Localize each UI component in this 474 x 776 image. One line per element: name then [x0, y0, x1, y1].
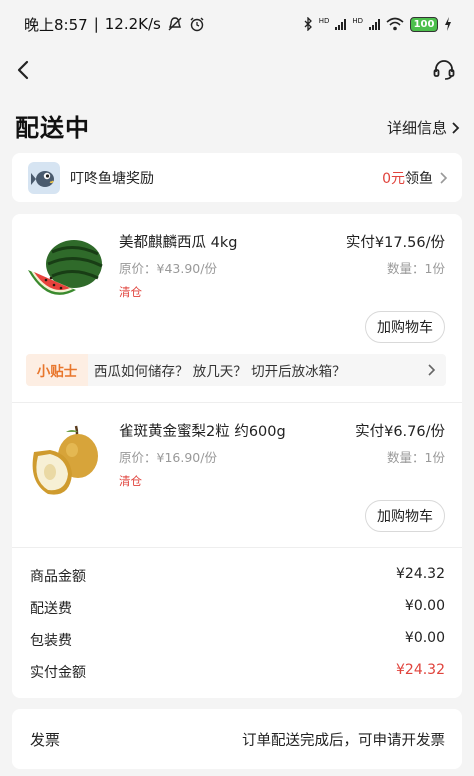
goods-amount-label: 商品金额 [30, 569, 86, 585]
packing-fee-value: ¥0.00 [404, 630, 445, 646]
product-paid-price: 实付¥6.76/份 [355, 424, 445, 440]
divider [12, 547, 462, 548]
product-original-price: 原价：¥43.90/份 [119, 261, 217, 276]
network-label-2: HD [352, 16, 363, 25]
delivery-fee-label: 配送费 [30, 601, 72, 617]
product-name[interactable]: 美都麒麟西瓜 4kg [119, 231, 237, 252]
product-name[interactable]: 雀斑黄金蜜梨2粒 约600g [119, 420, 286, 441]
reward-action: 领鱼 [405, 170, 433, 187]
mute-icon [168, 17, 182, 31]
storage-tip-bar[interactable]: 小贴士 西瓜如何储存？ 放几天？ 切开后放冰箱？ [26, 354, 446, 386]
bluetooth-icon [304, 17, 312, 31]
tip-text: 西瓜如何储存？ 放几天？ 切开后放冰箱？ [94, 364, 346, 380]
goods-amount-row: 商品金额 ¥24.32 [30, 566, 445, 586]
signal-2-icon [369, 18, 380, 30]
paid-amount-value: ¥24.32 [396, 662, 445, 678]
product-quantity: 数量：1份 [387, 261, 445, 276]
detail-info-label: 详细信息 [386, 119, 447, 137]
add-to-cart-button[interactable]: 加购物车 [365, 500, 445, 532]
reward-amount: 0元 [382, 170, 405, 187]
packing-fee-label: 包装费 [30, 633, 72, 649]
back-icon[interactable] [14, 58, 34, 82]
product-paid-price: 实付¥17.56/份 [345, 235, 445, 251]
pear-image[interactable] [26, 422, 106, 502]
paid-amount-label: 实付金额 [30, 665, 86, 681]
charging-icon [445, 17, 451, 31]
status-bar: 晚上8:57 | 12.2K/s HD HD 100 [0, 0, 474, 48]
delivery-fee-row: 配送费 ¥0.00 [30, 598, 445, 618]
product-item: 美都麒麟西瓜 4kg 实付¥17.56/份 原价：¥43.90/份 数量：1份 … [12, 214, 462, 352]
delivery-fee-value: ¥0.00 [404, 598, 445, 614]
chevron-right-icon [440, 171, 448, 184]
network-label-1: HD [318, 16, 330, 25]
packing-fee-row: 包装费 ¥0.00 [30, 630, 445, 650]
clearance-tag: 清仓 [119, 474, 142, 488]
tip-label: 小贴士 [26, 354, 88, 386]
status-separator: | [93, 15, 99, 33]
product-quantity: 数量：1份 [387, 450, 445, 465]
chevron-right-icon [428, 364, 436, 376]
product-original-price: 原价：¥16.90/份 [119, 450, 217, 465]
nav-bar [0, 48, 474, 92]
status-speed: 12.2K/s [104, 15, 161, 33]
detail-info-link[interactable]: 详细信息 [387, 117, 460, 138]
status-left: 晚上8:57 | 12.2K/s [24, 14, 205, 35]
customer-service-icon[interactable] [432, 58, 456, 82]
chevron-right-icon [452, 121, 460, 134]
product-item: 雀斑黄金蜜梨2粒 约600g 实付¥6.76/份 原价：¥16.90/份 数量：… [12, 404, 462, 549]
wifi-icon [386, 17, 404, 31]
battery-icon: 100 [410, 16, 438, 32]
signal-1-icon [335, 18, 347, 30]
fish-pond-reward-card[interactable]: 叮咚鱼塘奖励 0元领鱼 [12, 153, 462, 202]
paid-amount-row: 实付金额 ¥24.32 [30, 662, 445, 682]
reward-title: 叮咚鱼塘奖励 [70, 170, 154, 187]
order-items-card: 美都麒麟西瓜 4kg 实付¥17.56/份 原价：¥43.90/份 数量：1份 … [12, 214, 462, 698]
page-title: 配送中 [15, 114, 90, 142]
divider [12, 402, 462, 403]
invoice-card[interactable]: 发票 订单配送完成后，可申请开发票 [12, 709, 462, 769]
clearance-tag: 清仓 [119, 285, 142, 299]
goods-amount-value: ¥24.32 [396, 566, 445, 582]
alarm-icon [190, 17, 204, 32]
watermelon-image[interactable] [26, 230, 106, 310]
invoice-note: 订单配送完成后，可申请开发票 [242, 732, 445, 749]
status-time: 晚上8:57 [24, 15, 88, 34]
reward-claim[interactable]: 0元领鱼 [382, 168, 448, 188]
invoice-label: 发票 [30, 730, 61, 749]
fish-reward-icon [28, 161, 60, 194]
status-right: HD HD 100 [303, 16, 452, 32]
add-to-cart-button[interactable]: 加购物车 [365, 311, 445, 343]
